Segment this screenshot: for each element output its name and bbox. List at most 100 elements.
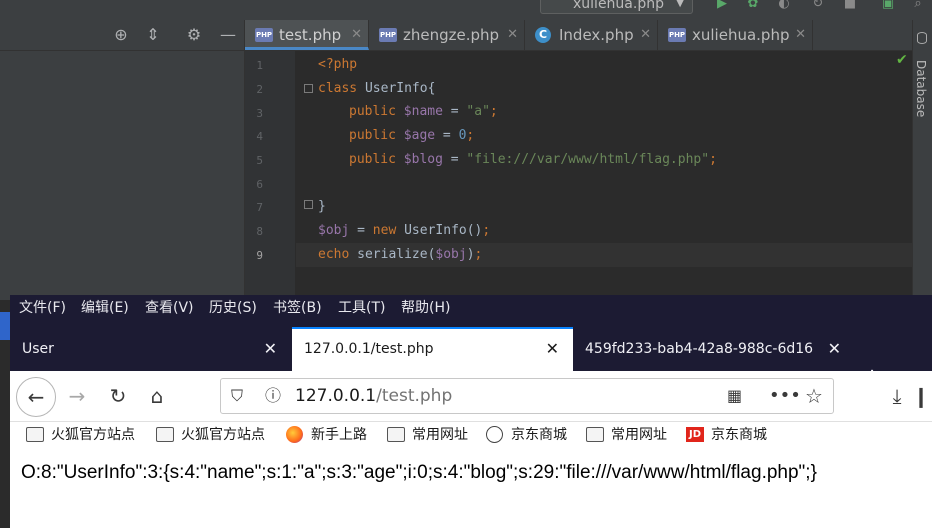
database-icon[interactable] <box>917 32 927 44</box>
project-panel-toolbar: ⊕ ⇕ ⚙ — <box>0 20 244 51</box>
browser-tab-strip: User ✕ 127.0.0.1/test.php ✕ 459fd233-bab… <box>10 323 932 391</box>
bookmark-item[interactable]: 常用网址 <box>586 422 667 448</box>
php-file-icon: PHP <box>255 28 273 42</box>
terminal-icon[interactable]: ▣ <box>880 0 896 12</box>
browser-window: 文件(F) 编辑(E) 查看(V) 历史(S) 书签(B) 工具(T) 帮助(H… <box>10 295 932 528</box>
folder-icon <box>156 427 174 442</box>
browser-tab-uuid[interactable]: 459fd233-bab4-42a8-988c-6d16 ✕ <box>573 327 855 371</box>
library-icon[interactable]: ❙ <box>910 379 932 413</box>
editor-tab-zhengze[interactable]: PHP zhengze.php ✕ <box>369 20 525 50</box>
close-icon[interactable]: ✕ <box>351 20 362 50</box>
ide-toolbar: xuliehua.php ▼ ▶ ✿ ◐ ↻ ■ ▣ ⌕ <box>0 0 932 21</box>
folder-icon <box>586 427 604 442</box>
bookmarks-toolbar: 火狐官方站点 火狐官方站点 新手上路 常用网址 京东商城 常用网址 JD 京东商城 <box>10 422 932 448</box>
serialized-output: O:8:"UserInfo":3:{s:4:"name";s:1:"a";s:3… <box>21 462 817 483</box>
bookmark-item[interactable]: 新手上路 <box>286 422 367 448</box>
editor-tab-label: xuliehua.php <box>692 26 790 44</box>
code-line-5: public $blog = "file:///var/www/html/fla… <box>349 152 717 167</box>
bookmark-item[interactable]: JD 京东商城 <box>686 422 767 448</box>
line-number: 5 <box>256 154 263 167</box>
php-file-icon: PHP <box>379 28 397 42</box>
star-icon[interactable]: ☆ <box>805 379 823 413</box>
close-icon[interactable]: ✕ <box>795 20 806 50</box>
folder-icon <box>26 427 44 442</box>
menu-tools[interactable]: 工具(T) <box>338 295 385 323</box>
editor-tab-xuliehua[interactable]: PHP xuliehua.php ✕ <box>658 20 813 50</box>
menu-file[interactable]: 文件(F) <box>19 295 66 323</box>
stop-icon[interactable]: ■ <box>842 0 858 12</box>
run-config-label: xuliehua.php <box>573 0 664 12</box>
coverage-icon[interactable]: ◐ <box>776 0 792 12</box>
project-panel: ⊕ ⇕ ⚙ — <box>0 20 245 300</box>
code-line-8: $obj = new UserInfo(); <box>318 223 491 238</box>
debug-icon[interactable]: ✿ <box>745 0 761 12</box>
php-file-icon: PHP <box>668 28 686 42</box>
line-number: 3 <box>256 107 263 120</box>
url-text[interactable]: 127.0.0.1/test.php <box>295 379 452 413</box>
menu-view[interactable]: 查看(V) <box>145 295 194 323</box>
code-line-7: } <box>318 199 326 214</box>
page-content: O:8:"UserInfo":3:{s:4:"name";s:1:"a";s:3… <box>10 448 932 528</box>
close-icon[interactable]: ✕ <box>828 327 841 371</box>
download-icon[interactable]: ⤓ <box>880 379 914 413</box>
chevron-down-icon: ▼ <box>676 0 684 9</box>
jd-icon: JD <box>686 427 704 442</box>
reload-icon[interactable]: ↻ <box>101 379 135 413</box>
code-line-4: public $age = 0; <box>349 128 475 143</box>
browser-menu-bar: 文件(F) 编辑(E) 查看(V) 历史(S) 书签(B) 工具(T) 帮助(H… <box>10 295 932 323</box>
browser-tab-user[interactable]: User ✕ <box>10 327 291 371</box>
more-icon[interactable]: ••• <box>769 379 801 413</box>
address-bar[interactable]: ⛉ ⓘ 127.0.0.1/test.php ▦ ••• ☆ <box>220 378 834 414</box>
menu-help[interactable]: 帮助(H) <box>401 295 450 323</box>
editor-tab-index[interactable]: C Index.php ✕ <box>525 20 658 50</box>
check-icon: ✔ <box>896 52 908 68</box>
code-line-9: echo serialize($obj); <box>318 247 483 262</box>
back-icon[interactable]: ← <box>16 377 56 417</box>
line-number: 1 <box>256 59 263 72</box>
folder-icon <box>387 427 405 442</box>
run-icon[interactable]: ▶ <box>714 0 730 12</box>
shield-icon[interactable]: ⛉ <box>231 379 243 413</box>
code-line-3: public $name = "a"; <box>349 104 498 119</box>
gear-icon[interactable]: ⚙ <box>184 25 204 45</box>
line-number: 2 <box>256 83 263 96</box>
editor-tab-label: zhengze.php <box>403 26 500 44</box>
fold-marker-icon[interactable] <box>304 84 313 93</box>
line-number: 8 <box>256 225 263 238</box>
bookmark-item[interactable]: 火狐官方站点 <box>156 422 265 448</box>
home-icon[interactable]: ⌂ <box>140 379 174 413</box>
code-line-1: <?php <box>318 57 358 72</box>
globe-icon <box>486 426 503 443</box>
bookmark-item[interactable]: 常用网址 <box>387 422 468 448</box>
close-icon[interactable]: ✕ <box>546 329 559 369</box>
firefox-icon <box>286 426 303 443</box>
locate-icon[interactable]: ⊕ <box>111 25 131 45</box>
line-number: 7 <box>256 201 263 214</box>
qr-code-icon[interactable]: ▦ <box>727 379 742 413</box>
run-configuration-select[interactable]: xuliehua.php ▼ <box>540 0 693 14</box>
close-icon[interactable]: ✕ <box>640 20 651 50</box>
database-panel-label[interactable]: Database <box>914 60 928 117</box>
browser-tab-label: User <box>22 341 54 357</box>
line-number: 9 <box>256 249 263 262</box>
line-number: 6 <box>256 178 263 191</box>
close-icon[interactable]: ✕ <box>507 20 518 50</box>
menu-edit[interactable]: 编辑(E) <box>81 295 129 323</box>
fold-marker-icon[interactable] <box>304 200 313 209</box>
editor-tab-label: Index.php <box>559 26 634 44</box>
menu-bookmarks[interactable]: 书签(B) <box>273 295 322 323</box>
editor-tab-label: test.php <box>279 26 342 44</box>
search-everywhere-icon[interactable]: ⌕ <box>910 0 926 12</box>
bookmark-item[interactable]: 火狐官方站点 <box>26 422 135 448</box>
profile-icon[interactable]: ↻ <box>810 0 826 12</box>
forward-icon[interactable]: → <box>60 379 94 413</box>
info-icon[interactable]: ⓘ <box>265 379 281 413</box>
bookmark-item[interactable]: 京东商城 <box>486 422 567 448</box>
hide-icon[interactable]: — <box>218 25 238 45</box>
menu-history[interactable]: 历史(S) <box>209 295 257 323</box>
editor-tab-test[interactable]: PHP test.php ✕ <box>245 20 369 50</box>
browser-tab-test[interactable]: 127.0.0.1/test.php ✕ <box>292 327 573 371</box>
browser-tab-label: 127.0.0.1/test.php <box>304 341 434 357</box>
collapse-all-icon[interactable]: ⇕ <box>143 25 163 45</box>
close-icon[interactable]: ✕ <box>264 327 277 371</box>
